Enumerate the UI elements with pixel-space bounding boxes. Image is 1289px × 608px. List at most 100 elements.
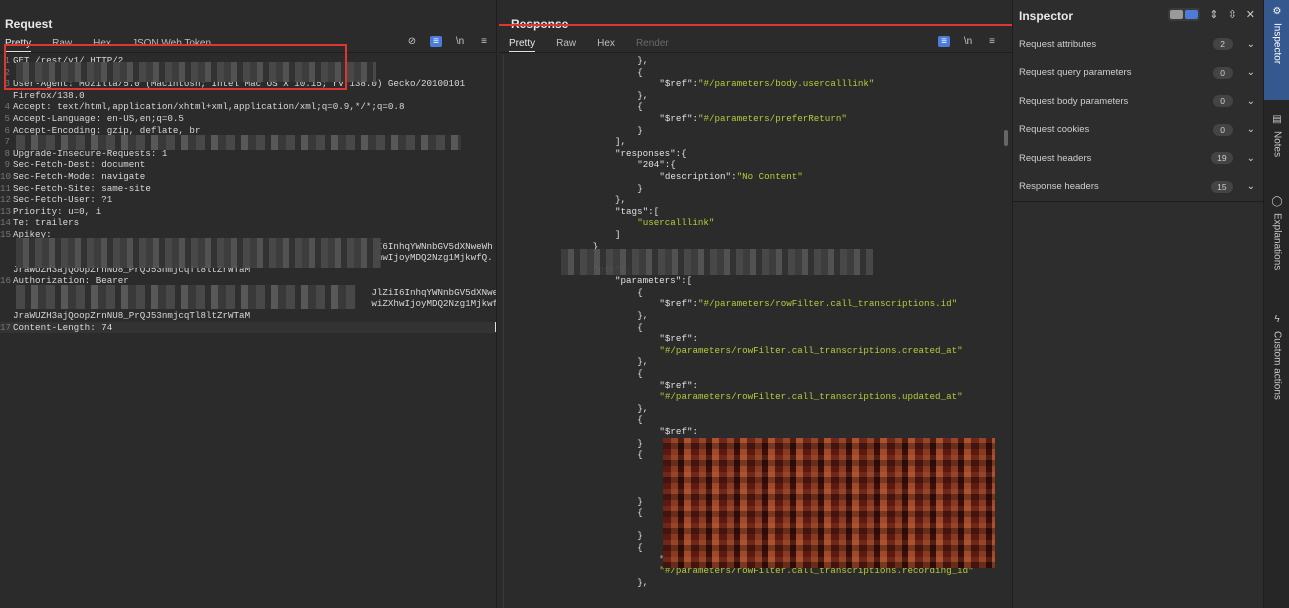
code-line[interactable]: 4 Accept: text/html,application/xhtml+xml…	[0, 101, 496, 113]
chevron-down-icon[interactable]: ⌄	[1247, 39, 1255, 50]
section-label: Request headers	[1019, 152, 1092, 164]
line-number: 9	[4, 159, 10, 171]
code-text: Firefox/138.0	[13, 89, 85, 101]
count-badge: 15	[1211, 180, 1233, 193]
count-badge: 0	[1212, 123, 1233, 136]
line-number	[0, 252, 13, 264]
code-text: Sec-Fetch-Mode: navigate	[13, 170, 146, 182]
inspector-tools: ⇕ ⇳ ✕	[1168, 8, 1255, 21]
code-line[interactable]: 13 Priority: u=0, i	[0, 206, 496, 218]
inspector-panel: Inspector ⇕ ⇳ ✕ Request attributes 2 ⌄ Requ…	[1012, 0, 1263, 608]
line-number: 13	[0, 205, 12, 217]
redacted-block	[16, 135, 461, 150]
collapse-icon[interactable]: ⇳	[1228, 8, 1237, 21]
line-number	[0, 264, 13, 276]
bolt-icon: ϟ	[1274, 314, 1280, 325]
inspector-section-row[interactable]: Request headers 19 ⌄	[1013, 144, 1263, 173]
sidebar-item-label: Inspector	[1271, 23, 1283, 65]
divider	[1013, 201, 1263, 202]
code-text: Accept-Language: en-US,en;q=0.5	[13, 112, 184, 124]
inspector-section-row[interactable]: Request body parameters 0 ⌄	[1013, 87, 1263, 116]
highlight-box	[499, 24, 1012, 608]
code-line[interactable]: 10 Sec-Fetch-Mode: navigate	[0, 171, 496, 183]
code-line[interactable]: 17 Content-Length: 74	[0, 321, 496, 334]
line-number: 17	[0, 321, 12, 333]
request-panel: Request Pretty Raw Hex JSON Web Token ⊘ …	[0, 0, 497, 608]
code-text: Sec-Fetch-User: ?1	[13, 194, 113, 206]
line-number: 10	[0, 170, 12, 182]
code-text: Te: trailers	[13, 217, 80, 229]
line-number: 16	[0, 275, 12, 287]
section-label: Request attributes	[1019, 38, 1097, 50]
redacted-block	[16, 285, 356, 309]
chevron-down-icon[interactable]: ⌄	[1247, 181, 1255, 192]
wrap-toggle-icon[interactable]: ≡	[430, 36, 442, 47]
sidebar-item-custom-actions[interactable]: ϟ Custom actions	[1264, 308, 1289, 428]
inspector-section-row[interactable]: Response headers 15 ⌄	[1013, 173, 1263, 202]
line-number: 12	[0, 194, 12, 206]
sidebar-item-notes[interactable]: ▤ Notes	[1264, 108, 1289, 180]
sidebar-item-explanations[interactable]: ◯ Explanations	[1264, 190, 1289, 298]
count-badge: 0	[1212, 66, 1233, 79]
count-badge: 19	[1211, 152, 1233, 165]
chevron-down-icon[interactable]: ⌄	[1247, 67, 1255, 78]
code-line[interactable]: 11 Sec-Fetch-Site: same-site	[0, 183, 496, 195]
chevron-down-icon[interactable]: ⌄	[1247, 96, 1255, 107]
sidebar-item-label: Custom actions	[1271, 331, 1283, 400]
code-text: Sec-Fetch-Site: same-site	[13, 182, 151, 194]
sidebar-item-label: Notes	[1271, 131, 1283, 158]
chevron-down-icon[interactable]: ⌄	[1247, 153, 1255, 164]
chevron-down-icon[interactable]: ⌄	[1247, 124, 1255, 135]
code-line[interactable]: 5 Accept-Language: en-US,en;q=0.5	[0, 113, 496, 125]
count-badge: 0	[1212, 95, 1233, 108]
section-label: Request query parameters	[1019, 67, 1132, 79]
menu-icon[interactable]: ≡	[478, 36, 490, 47]
code-text: Priority: u=0, i	[13, 205, 102, 217]
expand-icon[interactable]: ⇕	[1209, 8, 1218, 21]
line-number	[0, 298, 13, 310]
code-text: JraWUZH3ajQoopZrnNU8_PrQJ53nmjcqTl8ltZrW…	[13, 310, 251, 322]
line-number	[0, 241, 13, 253]
line-number	[0, 90, 13, 102]
code-line[interactable]: 9 Sec-Fetch-Dest: document	[0, 159, 496, 171]
code-line[interactable]: 14 Te: trailers	[0, 217, 496, 229]
right-sidebar: ⚙ Inspector ▤ Notes ◯ Explanations ϟ Cus…	[1263, 0, 1289, 608]
code-line[interactable]: 12 Sec-Fetch-User: ?1	[0, 194, 496, 206]
line-number	[0, 287, 13, 299]
layout-icon[interactable]	[1170, 10, 1184, 19]
line-number	[0, 310, 13, 322]
line-number: 4	[4, 101, 10, 113]
newline-toggle-icon[interactable]: \n	[454, 36, 466, 47]
request-tools: ⊘ ≡ \n ≡	[406, 36, 490, 47]
code-line[interactable]: JraWUZH3ajQoopZrnNU8_PrQJ53nmjcqTl8ltZrW…	[0, 310, 496, 322]
code-text: Sec-Fetch-Dest: document	[13, 159, 146, 171]
line-number: 15	[0, 228, 12, 240]
inspector-section-row[interactable]: Request cookies 0 ⌄	[1013, 116, 1263, 145]
line-number: 14	[0, 217, 12, 229]
notes-icon: ▤	[1272, 114, 1282, 125]
section-label: Request cookies	[1019, 124, 1090, 136]
line-number: 6	[4, 124, 10, 136]
inspector-layout-toggle[interactable]	[1168, 8, 1201, 21]
layout-icon[interactable]	[1185, 10, 1199, 19]
section-label: Request body parameters	[1019, 95, 1129, 107]
response-panel: Response Pretty Raw Hex Render ≡ \n ≡ },…	[499, 0, 1012, 608]
lightbulb-icon: ◯	[1271, 196, 1283, 207]
hide-icon[interactable]: ⊘	[406, 36, 418, 47]
count-badge: 2	[1212, 38, 1233, 51]
highlight-box	[4, 44, 347, 90]
request-title: Request	[5, 17, 53, 31]
code-line[interactable]: Firefox/138.0	[0, 90, 496, 102]
sidebar-item-label: Explanations	[1271, 213, 1283, 271]
inspector-section-row[interactable]: Request query parameters 0 ⌄	[1013, 59, 1263, 88]
inspector-icon: ⚙	[1272, 6, 1282, 17]
sidebar-item-inspector[interactable]: ⚙ Inspector	[1264, 0, 1289, 100]
code-text: Content-Length: 74	[13, 321, 113, 333]
redacted-block	[16, 238, 381, 268]
inspector-sections: Request attributes 2 ⌄ Request query parame…	[1013, 30, 1263, 201]
close-icon[interactable]: ✕	[1246, 8, 1255, 21]
line-number: 5	[4, 112, 10, 124]
section-label: Response headers	[1019, 181, 1099, 193]
text-caret	[495, 321, 496, 332]
inspector-section-row[interactable]: Request attributes 2 ⌄	[1013, 30, 1263, 59]
